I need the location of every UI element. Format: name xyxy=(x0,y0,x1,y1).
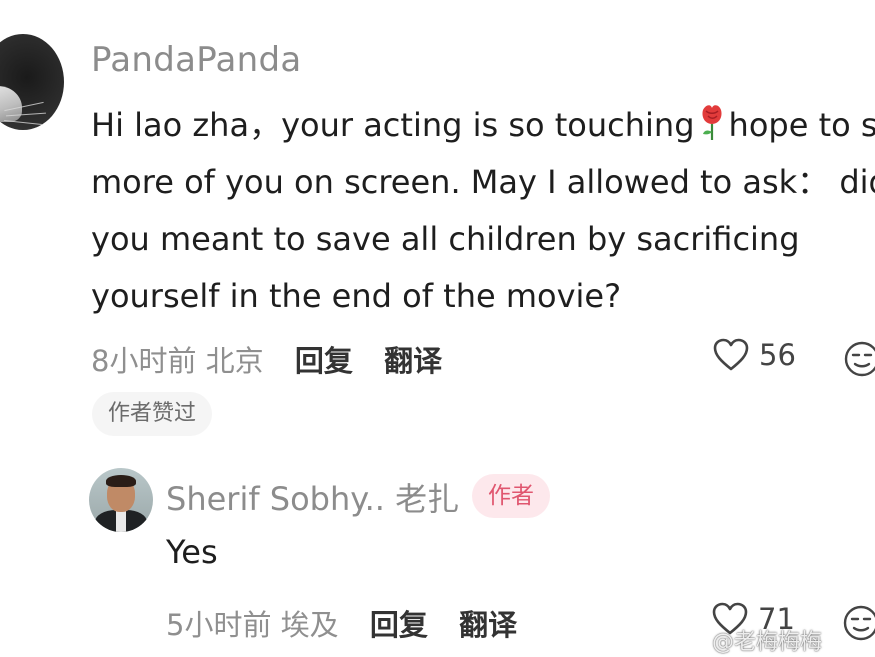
like-count: 56 xyxy=(759,338,796,372)
reply-avatar[interactable] xyxy=(89,468,153,532)
reply-text: Yes xyxy=(166,533,218,571)
comment-line-text: hope to see xyxy=(728,106,875,144)
reply-username[interactable]: Sherif Sobhy.. 老扎 xyxy=(166,474,459,520)
heart-outline-icon xyxy=(713,338,749,371)
translate-button[interactable]: 翻译 xyxy=(459,608,517,642)
comment-username[interactable]: PandaPanda xyxy=(91,40,302,80)
comment-line: yourself in the end of the movie? xyxy=(91,277,622,315)
comment-meta-row: 8小时前 北京 回复 翻译 56 xyxy=(91,338,875,382)
reply-time-location: 5小时前 埃及 xyxy=(166,608,339,642)
author-liked-badge: 作者赞过 xyxy=(92,392,213,436)
watermark: @老梅梅梅 xyxy=(712,630,823,655)
author-badge: 作者 xyxy=(472,474,550,518)
rose-icon xyxy=(702,105,722,140)
avatar-shirt xyxy=(116,510,126,532)
avatar-hair xyxy=(106,475,136,487)
comment-avatar[interactable] xyxy=(0,34,64,130)
smiley-face-icon[interactable] xyxy=(843,340,875,378)
reply-button[interactable]: 回复 xyxy=(295,344,353,378)
avatar-whisker xyxy=(4,120,42,125)
comment-line-text: Hi lao zha，your acting is so touching xyxy=(91,106,695,144)
comment-text: Hi lao zha，your acting is so touching hop… xyxy=(91,97,875,325)
comment-line: more of you on screen. May I allowed to … xyxy=(91,163,875,201)
comment-time-location: 8小时前 北京 xyxy=(91,344,264,378)
avatar-cat-fur xyxy=(0,86,22,122)
smiley-face-icon[interactable] xyxy=(842,604,875,642)
reply-button[interactable]: 回复 xyxy=(370,608,428,642)
comment-line: Hi lao zha，your acting is so touching hop… xyxy=(91,97,875,154)
comment-line: you meant to save all children by sacrif… xyxy=(91,220,800,258)
like-button[interactable]: 56 xyxy=(713,338,796,372)
translate-button[interactable]: 翻译 xyxy=(384,344,442,378)
